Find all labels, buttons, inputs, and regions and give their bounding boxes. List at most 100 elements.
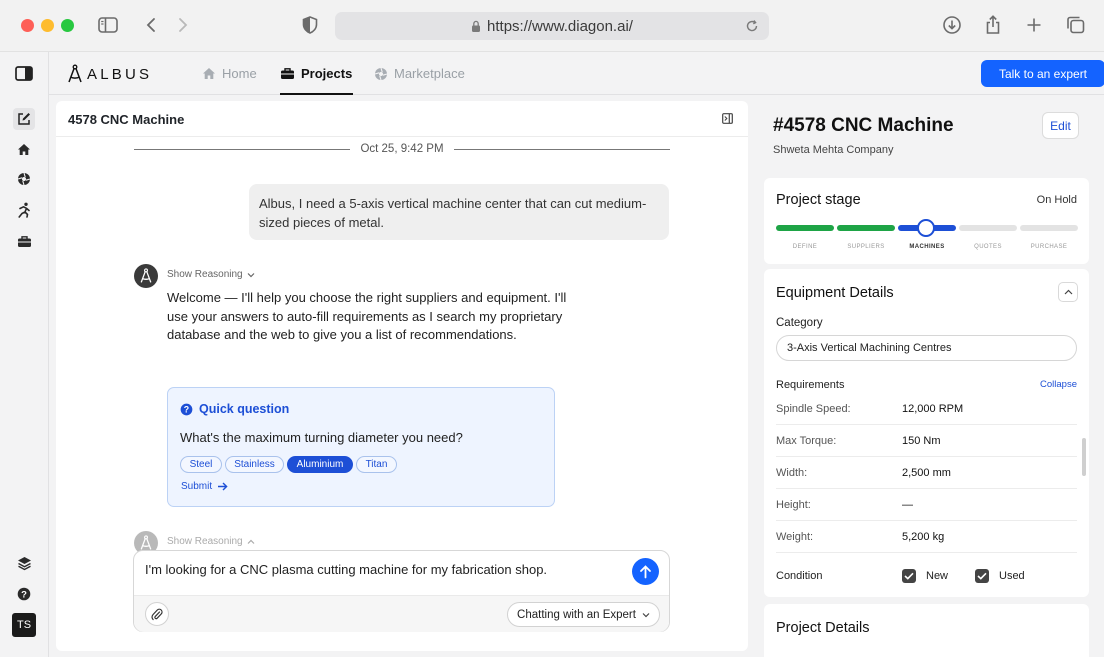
collapse-requirements-link[interactable]: Collapse xyxy=(1040,379,1077,390)
home-icon[interactable] xyxy=(13,138,35,160)
paperclip-icon xyxy=(151,608,163,620)
brand-logo[interactable]: ALBUS xyxy=(67,64,152,84)
requirement-value[interactable]: 12,000 RPM xyxy=(902,403,963,415)
marketplace-icon xyxy=(374,67,388,80)
show-reasoning-toggle[interactable]: Show Reasoning xyxy=(167,269,255,280)
chat-mode-select[interactable]: Chatting with an Expert xyxy=(507,602,660,627)
requirement-value[interactable]: 150 Nm xyxy=(902,435,941,447)
date-separator-label: Oct 25, 9:42 PM xyxy=(360,143,444,155)
url-text: https://www.diagon.ai/ xyxy=(487,17,633,35)
collapse-section-button[interactable] xyxy=(1058,282,1078,302)
left-rail: ? TS xyxy=(0,52,49,657)
tab-marketplace[interactable]: Marketplace xyxy=(374,52,465,95)
share-icon[interactable] xyxy=(982,14,1004,36)
tab-projects[interactable]: Projects xyxy=(280,52,354,95)
stage-label-machines: MACHINES xyxy=(909,244,945,250)
chevron-down-icon xyxy=(247,272,255,277)
requirement-key: Width: xyxy=(776,467,808,479)
expand-panel-icon[interactable] xyxy=(722,113,733,124)
chat-panel: 4578 CNC Machine Oct 25, 9:42 PM Albus, … xyxy=(56,101,748,651)
stage-segment-quotes xyxy=(959,225,1017,231)
new-tab-icon[interactable] xyxy=(1023,14,1045,36)
requirement-row: Width: 2,500 mm xyxy=(776,457,1077,489)
albus-compass-icon xyxy=(68,64,82,83)
briefcase-icon[interactable] xyxy=(13,230,35,252)
option-chip-stainless[interactable]: Stainless xyxy=(225,456,284,473)
reload-icon[interactable] xyxy=(745,19,759,33)
project-stage-status: On Hold xyxy=(1036,194,1077,206)
panel-toggle-icon[interactable] xyxy=(13,62,35,84)
checkmark-icon xyxy=(977,572,987,580)
marketplace-icon[interactable] xyxy=(13,168,35,190)
requirement-value[interactable]: 5,200 kg xyxy=(902,531,944,543)
option-chip-titan[interactable]: Titan xyxy=(356,456,397,473)
download-icon[interactable] xyxy=(941,14,963,36)
sidebar-toggle-icon[interactable] xyxy=(97,14,119,36)
stage-label-define: DEFINE xyxy=(792,244,818,250)
tab-projects-label: Projects xyxy=(301,66,353,81)
activity-icon[interactable] xyxy=(13,199,35,221)
date-separator: Oct 25, 9:42 PM xyxy=(134,142,671,156)
new-chat-icon[interactable] xyxy=(13,108,35,130)
albus-compass-icon xyxy=(140,268,152,283)
edit-project-button[interactable]: Edit xyxy=(1042,112,1079,139)
tab-marketplace-label: Marketplace xyxy=(394,66,465,81)
requirement-row: Max Torque: 150 Nm xyxy=(776,425,1077,457)
category-field[interactable]: 3-Axis Vertical Machining Centres xyxy=(776,335,1077,361)
message-composer: I'm looking for a CNC plasma cutting mac… xyxy=(133,550,670,632)
minimize-window-button[interactable] xyxy=(41,19,54,32)
chat-mode-label: Chatting with an Expert xyxy=(517,608,636,621)
lock-icon xyxy=(471,20,481,33)
option-chip-steel[interactable]: Steel xyxy=(180,456,222,473)
back-icon[interactable] xyxy=(140,14,162,36)
equipment-details-title: Equipment Details xyxy=(776,285,894,301)
chevron-up-icon xyxy=(1064,289,1072,295)
show-reasoning-toggle-2[interactable]: Show Reasoning xyxy=(167,536,255,547)
address-bar[interactable]: https://www.diagon.ai/ xyxy=(335,12,769,40)
project-company: Shweta Mehta Company xyxy=(773,144,894,156)
condition-new-checkbox[interactable] xyxy=(902,569,916,583)
condition-used-checkbox[interactable] xyxy=(975,569,989,583)
panel-scrollbar[interactable] xyxy=(1082,438,1086,476)
condition-label: Condition xyxy=(776,570,823,582)
requirement-value[interactable]: 2,500 mm xyxy=(902,467,951,479)
project-panel: #4578 CNC Machine Shweta Mehta Company E… xyxy=(756,95,1104,657)
chevron-up-icon xyxy=(247,539,255,544)
privacy-shield-icon[interactable] xyxy=(299,14,321,36)
question-icon: ? xyxy=(180,403,193,415)
close-window-button[interactable] xyxy=(21,19,34,32)
quick-question-card: ? Quick question What's the maximum turn… xyxy=(167,387,555,507)
svg-text:?: ? xyxy=(184,404,189,414)
composer-toolbar: Chatting with an Expert xyxy=(134,595,669,632)
option-chip-aluminium[interactable]: Aluminium xyxy=(287,456,353,473)
chevron-down-icon xyxy=(642,612,650,617)
quick-question-title-text: Quick question xyxy=(199,402,290,416)
stage-segment-purchase xyxy=(1020,225,1078,231)
message-input[interactable]: I'm looking for a CNC plasma cutting mac… xyxy=(145,562,547,577)
browser-toolbar: https://www.diagon.ai/ xyxy=(0,0,1104,52)
zoom-window-button[interactable] xyxy=(61,19,74,32)
attach-button[interactable] xyxy=(145,602,169,626)
talk-to-expert-button[interactable]: Talk to an expert xyxy=(981,60,1104,87)
tab-home-label: Home xyxy=(222,66,257,81)
tab-overview-icon[interactable] xyxy=(1064,14,1086,36)
layers-icon[interactable] xyxy=(13,552,35,574)
condition-row: Condition New Used xyxy=(776,567,1077,587)
help-icon[interactable]: ? xyxy=(13,583,35,605)
stage-segment-define xyxy=(776,225,834,231)
submit-button[interactable]: Submit xyxy=(181,481,228,492)
requirement-value[interactable]: — xyxy=(902,499,913,511)
chat-title: 4578 CNC Machine xyxy=(68,112,185,127)
requirement-row: Weight: 5,200 kg xyxy=(776,521,1077,553)
requirement-key: Spindle Speed: xyxy=(776,403,851,415)
svg-text:?: ? xyxy=(21,589,27,600)
tab-home[interactable]: Home xyxy=(202,52,257,95)
requirement-row: Height: — xyxy=(776,489,1077,521)
top-navigation: ALBUS Home Projects Marketplace Talk to … xyxy=(49,52,1104,95)
show-reasoning-label-2: Show Reasoning xyxy=(167,536,243,547)
user-avatar[interactable]: TS xyxy=(12,613,36,637)
forward-icon[interactable] xyxy=(172,14,194,36)
equipment-details-card: Equipment Details Category 3-Axis Vertic… xyxy=(764,269,1089,597)
send-button[interactable] xyxy=(632,558,659,585)
stage-slider-handle[interactable] xyxy=(917,219,935,237)
